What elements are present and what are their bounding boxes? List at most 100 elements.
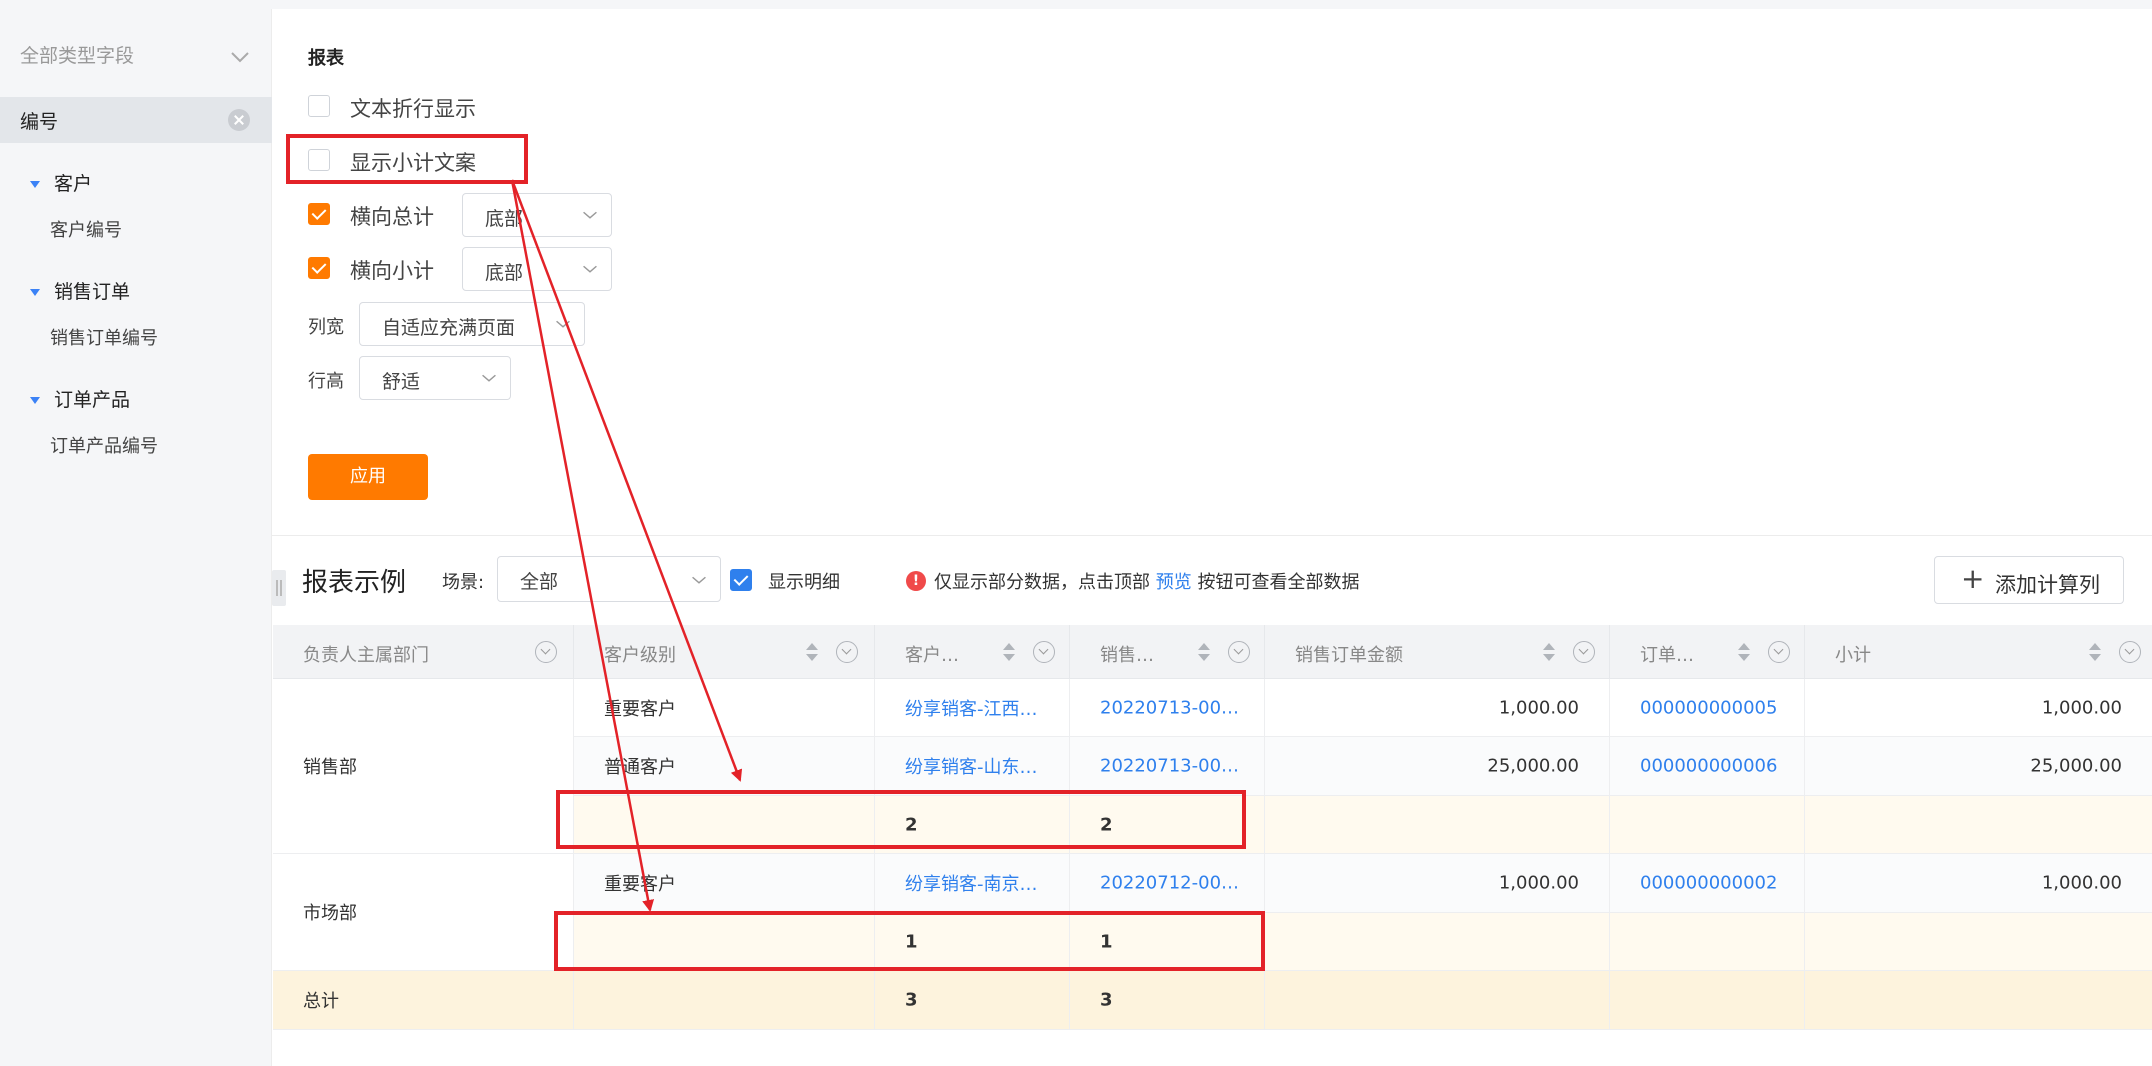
group-order-product[interactable]: 订单产品 — [30, 385, 130, 412]
cell-link[interactable]: 000000000006 — [1640, 756, 1777, 777]
cell-text: 25,000.00 — [1487, 755, 1579, 777]
total-label: 总计 — [303, 991, 339, 1012]
group-customer-label: 客户 — [54, 173, 93, 195]
total-cell — [1265, 971, 1610, 1030]
preview-link[interactable]: 预览 — [1156, 572, 1192, 593]
table-cell-level: 重要客户 — [574, 679, 875, 737]
subtotal-cell — [1805, 913, 2152, 971]
column-menu-icon[interactable] — [535, 641, 557, 663]
cell-text: 2 — [905, 814, 918, 835]
cell-link[interactable]: 000000000005 — [1640, 697, 1777, 718]
resize-handle[interactable] — [272, 570, 286, 606]
column-header-dept[interactable]: 负责人主属部门 — [273, 625, 574, 679]
column-header-product[interactable]: 订单… — [1610, 625, 1805, 679]
info-prefix: 仅显示部分数据，点击顶部 — [934, 572, 1150, 593]
cell-text: 3 — [1100, 989, 1113, 1011]
cell-text: 2 — [1100, 814, 1113, 835]
cell-link[interactable]: 000000000002 — [1640, 873, 1777, 894]
table-cell-customer[interactable]: 纷享销客-山东… — [875, 737, 1070, 796]
sort-icon[interactable] — [1738, 643, 1750, 663]
h-subtotal-position-select[interactable]: 底部 — [462, 247, 612, 291]
column-menu-icon[interactable] — [1033, 641, 1055, 663]
column-header-level[interactable]: 客户级别 — [574, 625, 875, 679]
total-label-cell: 总计 — [273, 971, 574, 1030]
table-cell-level: 普通客户 — [574, 737, 875, 796]
column-menu-icon[interactable] — [2119, 641, 2141, 663]
col-width-label: 列宽 — [308, 317, 344, 338]
table-cell-product[interactable]: 000000000006 — [1610, 737, 1805, 796]
table-cell-order[interactable]: 20220713-00… — [1070, 679, 1265, 737]
subtotal-cell — [1610, 913, 1805, 971]
table-cell-product[interactable]: 000000000002 — [1610, 854, 1805, 913]
column-header-amount[interactable]: 销售订单金额 — [1265, 625, 1610, 679]
table-cell-customer[interactable]: 纷享销客-江西… — [875, 679, 1070, 737]
field-sidebar: 全部类型字段 编号 客户 客户编号 销售订单 销售订单编号 订单产品 订单产品编… — [0, 9, 272, 1066]
row-height-select[interactable]: 舒适 — [359, 356, 511, 400]
cell-link[interactable]: 20220713-00… — [1100, 756, 1239, 777]
cell-link[interactable]: 纷享销客-山东… — [905, 753, 1038, 779]
show-detail-checkbox[interactable] — [730, 569, 752, 591]
selected-field-item[interactable]: 编号 — [0, 97, 272, 143]
apply-button[interactable]: 应用 — [308, 454, 428, 500]
table-cell-product[interactable]: 000000000005 — [1610, 679, 1805, 737]
column-header-order[interactable]: 销售… — [1070, 625, 1265, 679]
table-cell-order[interactable]: 20220713-00… — [1070, 737, 1265, 796]
h-total-position-select[interactable]: 底部 — [462, 193, 612, 237]
caret-down-icon — [30, 181, 40, 188]
total-cell — [1805, 971, 2152, 1030]
column-header-label: 客户… — [905, 645, 959, 666]
subtotal-cell — [574, 796, 875, 854]
column-menu-icon[interactable] — [1573, 641, 1595, 663]
group-sales-order[interactable]: 销售订单 — [30, 277, 130, 304]
table-cell-customer[interactable]: 纷享销客-南京… — [875, 854, 1070, 913]
cell-text: 重要客户 — [604, 874, 676, 895]
report-settings-panel: 报表 文本折行显示 显示小计文案 横向总计 底部 横向小计 底部 列宽 自适应充… — [272, 9, 2152, 535]
cell-link[interactable]: 纷享销客-南京… — [905, 870, 1038, 896]
subtotal-text-checkbox[interactable] — [308, 149, 330, 171]
column-menu-icon[interactable] — [1768, 641, 1790, 663]
table-cell-subtotal: 1,000.00 — [1805, 854, 2152, 913]
cell-link[interactable]: 20220712-00… — [1100, 873, 1239, 894]
field-type-filter[interactable]: 全部类型字段 — [20, 41, 252, 81]
cell-text: 1,000.00 — [2041, 872, 2122, 894]
column-menu-icon[interactable] — [1228, 641, 1250, 663]
sort-icon[interactable] — [2089, 643, 2101, 663]
sort-icon[interactable] — [1543, 643, 1555, 663]
group-sales-order-label: 销售订单 — [54, 281, 131, 303]
total-cell-customer: 3 — [875, 971, 1070, 1030]
show-detail-label: 显示明细 — [768, 572, 840, 593]
cell-link[interactable]: 20220713-00… — [1100, 697, 1239, 718]
clear-icon[interactable] — [228, 109, 250, 131]
chevron-down-icon — [692, 576, 706, 584]
cell-link[interactable]: 纷享销客-江西… — [905, 695, 1038, 721]
h-total-checkbox[interactable] — [308, 203, 330, 225]
add-calc-column-button[interactable]: + 添加计算列 — [1934, 556, 2124, 604]
column-header-customer[interactable]: 客户… — [875, 625, 1070, 679]
column-menu-icon[interactable] — [836, 641, 858, 663]
cell-text: 1,000.00 — [1498, 697, 1579, 718]
column-header-label: 负责人主属部门 — [303, 645, 429, 666]
row-height-value: 舒适 — [382, 371, 421, 393]
sort-icon[interactable] — [806, 643, 818, 663]
cell-text: 1 — [905, 931, 918, 952]
group-order-product-label: 订单产品 — [54, 389, 131, 411]
field-order-product-code[interactable]: 订单产品编号 — [50, 432, 158, 458]
wrap-text-checkbox[interactable] — [308, 95, 330, 117]
cell-text: 普通客户 — [604, 757, 676, 778]
field-customer-code[interactable]: 客户编号 — [50, 216, 122, 242]
chevron-down-icon — [583, 265, 597, 273]
table-cell-amount: 25,000.00 — [1265, 737, 1610, 796]
column-header-subtotal[interactable]: 小计 — [1805, 625, 2152, 679]
sort-icon[interactable] — [1003, 643, 1015, 663]
dept-label: 市场部 — [303, 903, 357, 924]
table-cell-order[interactable]: 20220712-00… — [1070, 854, 1265, 913]
col-width-select[interactable]: 自适应充满页面 — [359, 302, 585, 346]
dept-cell-marketing: 市场部 — [273, 854, 574, 971]
column-header-label: 订单… — [1640, 645, 1694, 666]
sort-icon[interactable] — [1198, 643, 1210, 663]
h-subtotal-checkbox[interactable] — [308, 257, 330, 279]
field-sales-order-code[interactable]: 销售订单编号 — [50, 324, 158, 350]
subtotal-cell-order: 2 — [1070, 796, 1265, 854]
group-customer[interactable]: 客户 — [30, 169, 92, 196]
scene-select[interactable]: 全部 — [497, 556, 721, 602]
